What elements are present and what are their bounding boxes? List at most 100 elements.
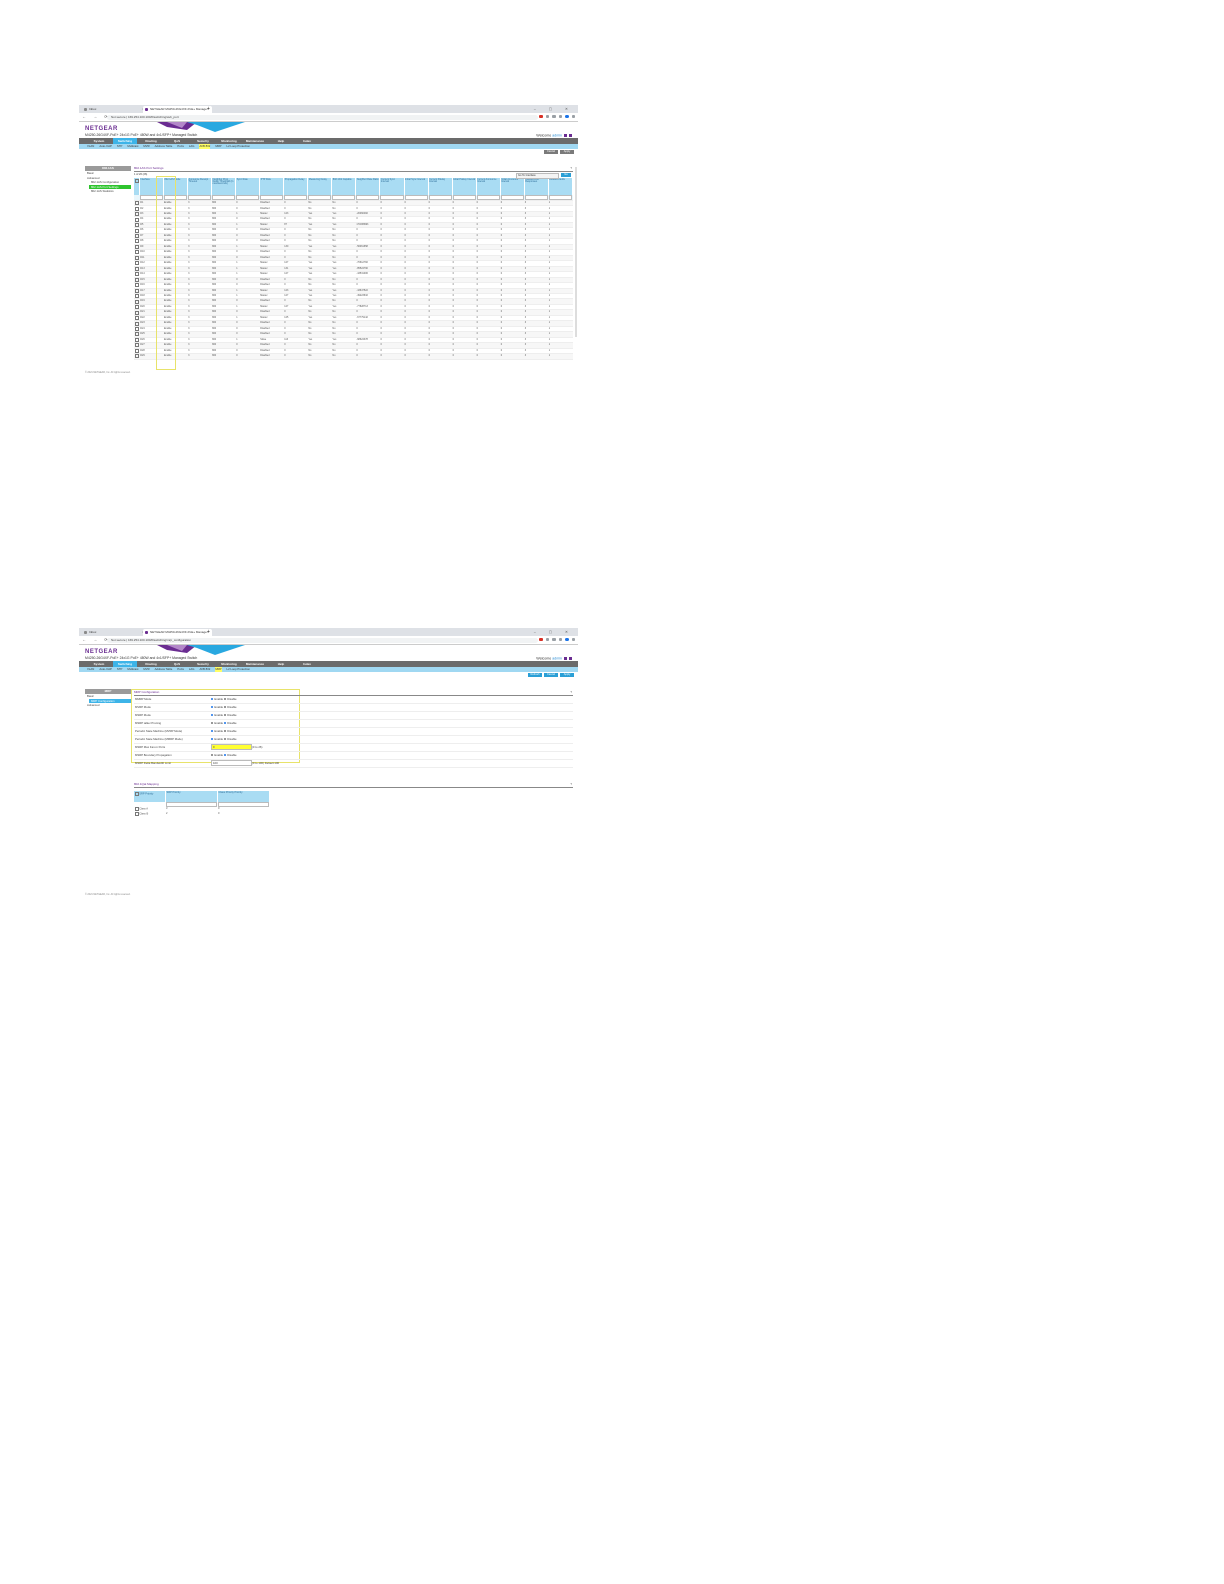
cancel-button[interactable]: Cancel — [544, 673, 558, 677]
row-checkbox[interactable] — [134, 332, 139, 337]
col-header[interactable]: Neighbor Rate Ratio — [355, 178, 381, 195]
col-header[interactable]: Neighbor Prop Delay Threshold (in nanose… — [211, 178, 237, 195]
nav-index[interactable]: Index — [295, 661, 319, 667]
col-header[interactable]: Measuring Delay — [307, 178, 333, 195]
row-checkbox[interactable] — [134, 337, 139, 342]
row-checkbox[interactable] — [134, 326, 139, 331]
table-row[interactable]: 0/29 Enable 3 800 0 Disabled 0 No No 0 0 0 0 0 0 0 3 1 — [134, 353, 573, 360]
address-bar[interactable]: Not secure | 169.254.100.100/#/switching… — [107, 114, 538, 120]
filter-input[interactable] — [452, 195, 476, 200]
profile-avatar[interactable] — [565, 637, 569, 641]
filter-input[interactable] — [140, 195, 164, 200]
row-checkbox[interactable] — [134, 255, 139, 260]
logout-icon[interactable] — [569, 657, 572, 660]
boundary-disable-radio[interactable] — [223, 754, 227, 757]
row-checkbox[interactable] — [134, 812, 139, 817]
filter-input[interactable] — [428, 195, 452, 200]
nav-help[interactable]: Help — [269, 661, 293, 667]
star-icon[interactable] — [552, 114, 556, 118]
scrollbar[interactable] — [575, 167, 577, 337]
col-header[interactable]: PTP Role — [259, 178, 285, 195]
filter-input[interactable] — [404, 195, 428, 200]
cancel-button[interactable]: Cancel — [544, 150, 558, 154]
col-header[interactable]: Allowed Lost Responses — [524, 178, 549, 195]
row-checkbox[interactable] — [134, 310, 139, 315]
row-checkbox[interactable] — [134, 283, 139, 287]
row-checkbox[interactable] — [134, 316, 139, 320]
delta-input[interactable]: 100 — [211, 760, 252, 767]
col-header[interactable]: Allowed Faults — [548, 178, 574, 195]
filter-input[interactable] — [308, 195, 332, 200]
row-checkbox[interactable] — [134, 348, 139, 353]
new-tab-button[interactable]: + — [207, 105, 210, 113]
go-button[interactable]: Go — [561, 173, 571, 177]
filter-input[interactable] — [548, 195, 572, 200]
col-header[interactable]: Interface — [139, 178, 165, 195]
menu-icon[interactable] — [571, 114, 575, 118]
disable-radio[interactable] — [223, 730, 227, 733]
row-checkbox[interactable] — [134, 223, 139, 227]
filter-input[interactable] — [236, 195, 260, 200]
row-checkbox[interactable] — [134, 277, 139, 282]
browser-tab-netgear[interactable]: NETGEAR M4250-26G4XF-PoE+ Manage × — [143, 106, 212, 113]
col-header[interactable]: Initial Pdelay Interval — [452, 178, 477, 195]
puzzle-icon[interactable] — [558, 114, 562, 118]
row-checkbox[interactable] — [134, 294, 139, 298]
apply-button[interactable]: Apply — [560, 150, 574, 154]
col-header[interactable]: Current Sync Interval — [379, 178, 405, 195]
col-header[interactable]: Initial Announce Interval — [500, 178, 525, 195]
apply-button[interactable]: Apply — [560, 673, 574, 677]
row-checkbox[interactable] — [134, 239, 139, 244]
filter-input[interactable] — [212, 195, 236, 200]
help-icon[interactable]: ? — [570, 166, 572, 171]
row-checkbox[interactable] — [134, 807, 139, 812]
max-fan-in-input[interactable]: 0 — [211, 744, 252, 751]
filter-input[interactable] — [476, 195, 500, 200]
sidebar-item-statistics[interactable]: 802.1AS Statistics — [85, 189, 131, 194]
select-all-checkbox[interactable] — [134, 178, 139, 183]
filter-input[interactable] — [164, 195, 188, 200]
select-all-checkbox[interactable] — [134, 791, 139, 796]
row-checkbox[interactable] — [134, 288, 139, 293]
filter-input[interactable] — [332, 195, 356, 200]
row-checkbox[interactable] — [134, 354, 139, 358]
disable-radio[interactable] — [223, 722, 227, 725]
save-icon[interactable] — [564, 657, 567, 660]
star-icon[interactable] — [552, 637, 556, 641]
filter-input[interactable] — [380, 195, 404, 200]
col-header[interactable]: Propagation Delay — [283, 178, 309, 195]
nav-help[interactable]: Help — [269, 138, 293, 144]
filter-input[interactable] — [524, 195, 548, 200]
row-checkbox[interactable] — [134, 266, 139, 271]
disable-radio[interactable] — [223, 698, 227, 701]
row-checkbox[interactable] — [134, 234, 139, 238]
window-controls[interactable]: – ▢ ✕ — [534, 105, 574, 113]
filter-input[interactable] — [356, 195, 380, 200]
extension-icon[interactable] — [539, 114, 543, 118]
sidebar-item-advanced[interactable]: Advanced — [85, 703, 131, 708]
disable-radio[interactable] — [223, 714, 227, 717]
save-icon[interactable] — [564, 134, 567, 137]
filter-input[interactable] — [260, 195, 284, 200]
row-checkbox[interactable] — [134, 212, 139, 216]
profile-avatar[interactable] — [565, 114, 569, 118]
filter-input[interactable] — [188, 195, 212, 200]
browser-tab-netgear[interactable]: NETGEAR M4250-26G4XF-PoE+ Manage × — [143, 629, 212, 636]
username-link[interactable]: admin — [552, 133, 562, 138]
menu-icon[interactable] — [571, 637, 575, 641]
address-bar[interactable]: Not secure | 169.254.100.100/#/switching… — [107, 637, 538, 643]
share-icon[interactable] — [545, 114, 549, 118]
row-checkbox[interactable] — [134, 217, 139, 222]
disable-radio[interactable] — [223, 706, 227, 709]
browser-tab-inbox[interactable]: Inbox× — [82, 629, 147, 636]
logout-icon[interactable] — [569, 134, 572, 137]
row-checkbox[interactable] — [134, 206, 139, 211]
new-tab-button[interactable]: + — [207, 628, 210, 636]
col-header[interactable]: Current Announce Interval — [476, 178, 501, 195]
puzzle-icon[interactable] — [558, 637, 562, 641]
col-header[interactable]: Current Pdelay Interval — [428, 178, 453, 195]
username-link[interactable]: admin — [552, 656, 562, 661]
share-icon[interactable] — [545, 637, 549, 641]
extension-icon[interactable] — [539, 637, 543, 641]
row-checkbox[interactable] — [134, 343, 139, 348]
